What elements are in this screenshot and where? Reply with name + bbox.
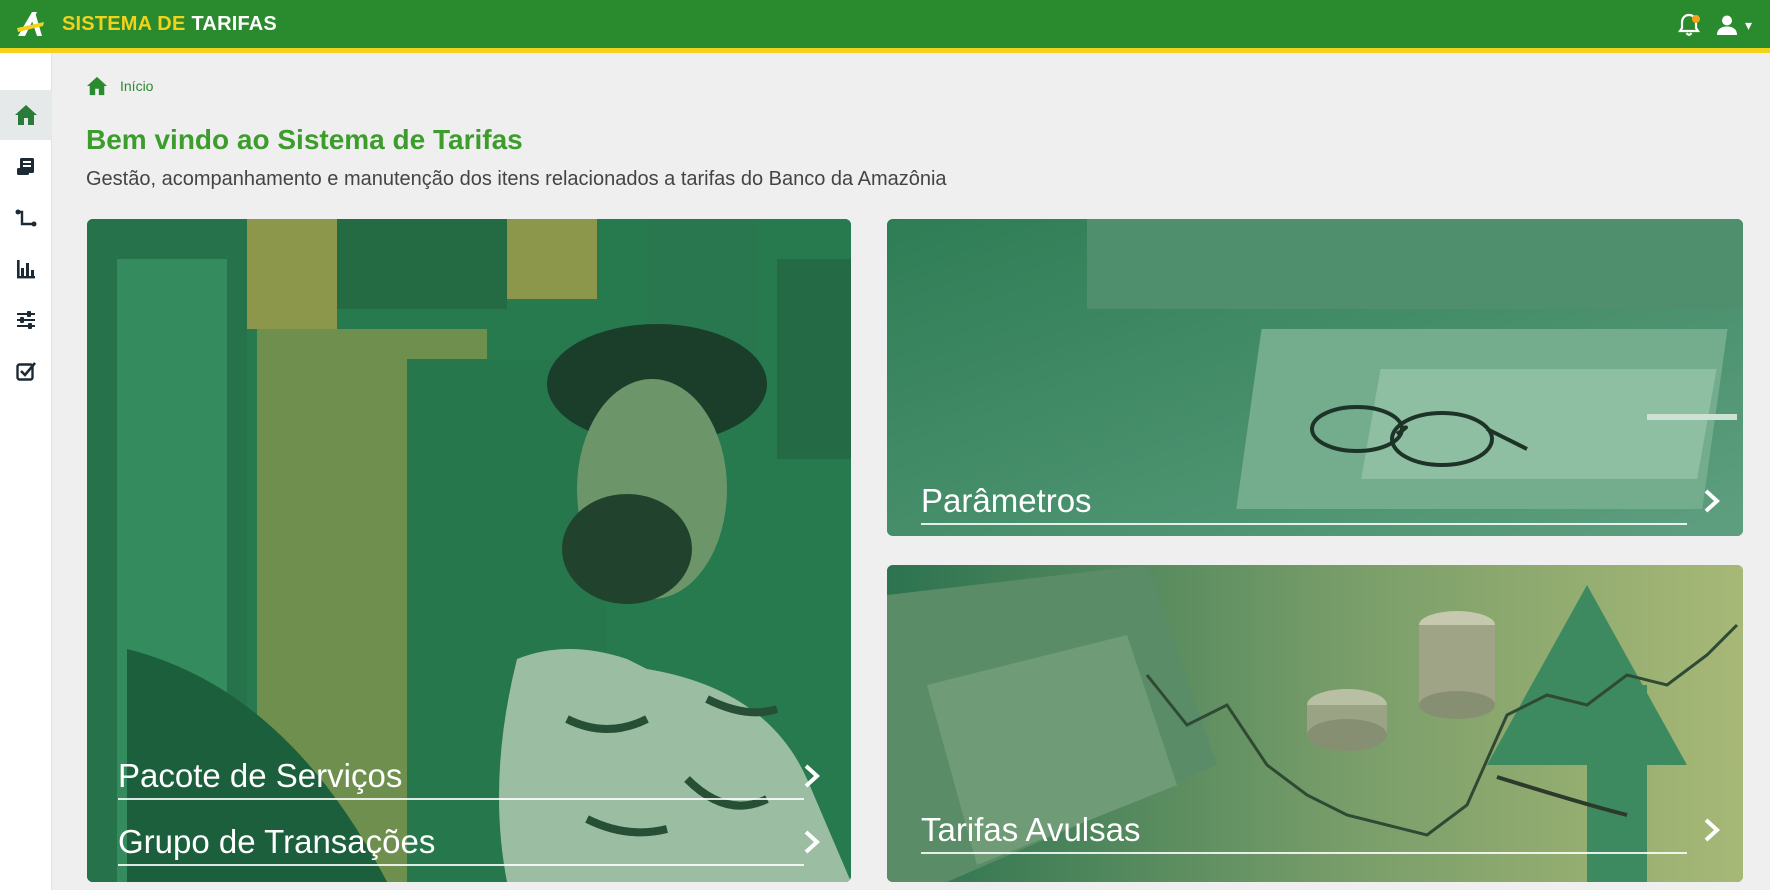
user-icon [1716, 15, 1737, 35]
sliders-icon [17, 311, 35, 329]
sidebar-item-parametros[interactable] [0, 295, 52, 345]
grupo-transacoes-label: Grupo de Transações [118, 823, 436, 860]
home-icon[interactable] [86, 76, 108, 96]
bar-chart-icon [17, 260, 35, 279]
user-menu[interactable]: ▾ [1715, 13, 1752, 37]
divider [921, 852, 1687, 854]
grupo-transacoes-link[interactable]: Grupo de Transações [118, 800, 823, 866]
chevron-right-icon [1704, 489, 1720, 513]
chevron-right-icon [804, 830, 820, 854]
sidebar-item-tarifas[interactable] [0, 142, 52, 192]
parametros-label: Parâmetros [921, 482, 1092, 519]
brand[interactable]: SISTEMA DE TARIFAS [14, 8, 277, 40]
sidebar-item-fluxo[interactable] [0, 193, 52, 243]
sidebar-item-home[interactable] [0, 90, 52, 140]
tarifas-avulsas-label: Tarifas Avulsas [921, 811, 1141, 848]
divider [118, 864, 804, 866]
parametros-link[interactable]: Parâmetros [921, 455, 1723, 525]
tarifas-avulsas-link[interactable]: Tarifas Avulsas [921, 768, 1723, 854]
brand-title-part2: TARIFAS [191, 12, 277, 35]
home-icon [15, 105, 37, 125]
chevron-down-icon: ▾ [1744, 16, 1752, 33]
breadcrumb: Início [86, 76, 153, 96]
divider [921, 523, 1687, 525]
notifications-button[interactable] [1677, 12, 1701, 38]
page-subtitle: Gestão, acompanhamento e manutenção dos … [86, 168, 947, 190]
logo-icon [17, 12, 44, 36]
sidebar-item-relatorios[interactable] [0, 244, 52, 294]
checkbox-icon [16, 362, 36, 381]
route-icon [15, 209, 37, 227]
card-tarifas-avulsas: Tarifas Avulsas [887, 565, 1743, 882]
top-bar: SISTEMA DE TARIFAS ▾ [0, 0, 1770, 53]
card-parametros: Parâmetros [887, 219, 1743, 536]
sidebar-item-aprovacoes[interactable] [0, 346, 52, 396]
sidebar [0, 53, 52, 890]
page-title: Bem vindo ao Sistema de Tarifas [86, 124, 523, 155]
receipt-icon [17, 158, 34, 175]
chevron-right-icon [804, 764, 820, 788]
brand-title-part1: SISTEMA DE [62, 12, 186, 35]
notification-badge [1691, 15, 1700, 23]
breadcrumb-home-link[interactable]: Início [120, 78, 153, 94]
card-servicos: Pacote de Serviços Grupo de Transações [87, 219, 851, 882]
pacote-servicos-link[interactable]: Pacote de Serviços [118, 730, 823, 800]
pacote-servicos-label: Pacote de Serviços [118, 757, 403, 794]
chevron-right-icon [1704, 818, 1720, 842]
